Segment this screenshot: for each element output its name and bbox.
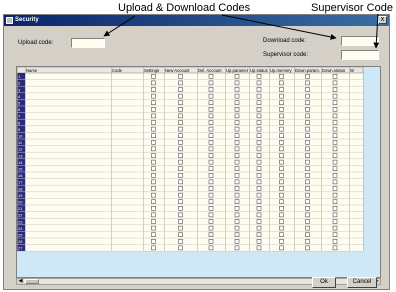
upload-arrow xyxy=(103,15,136,37)
callout-arrows xyxy=(103,13,380,49)
download-arrow xyxy=(221,14,337,40)
supervisor-arrow xyxy=(373,13,380,49)
